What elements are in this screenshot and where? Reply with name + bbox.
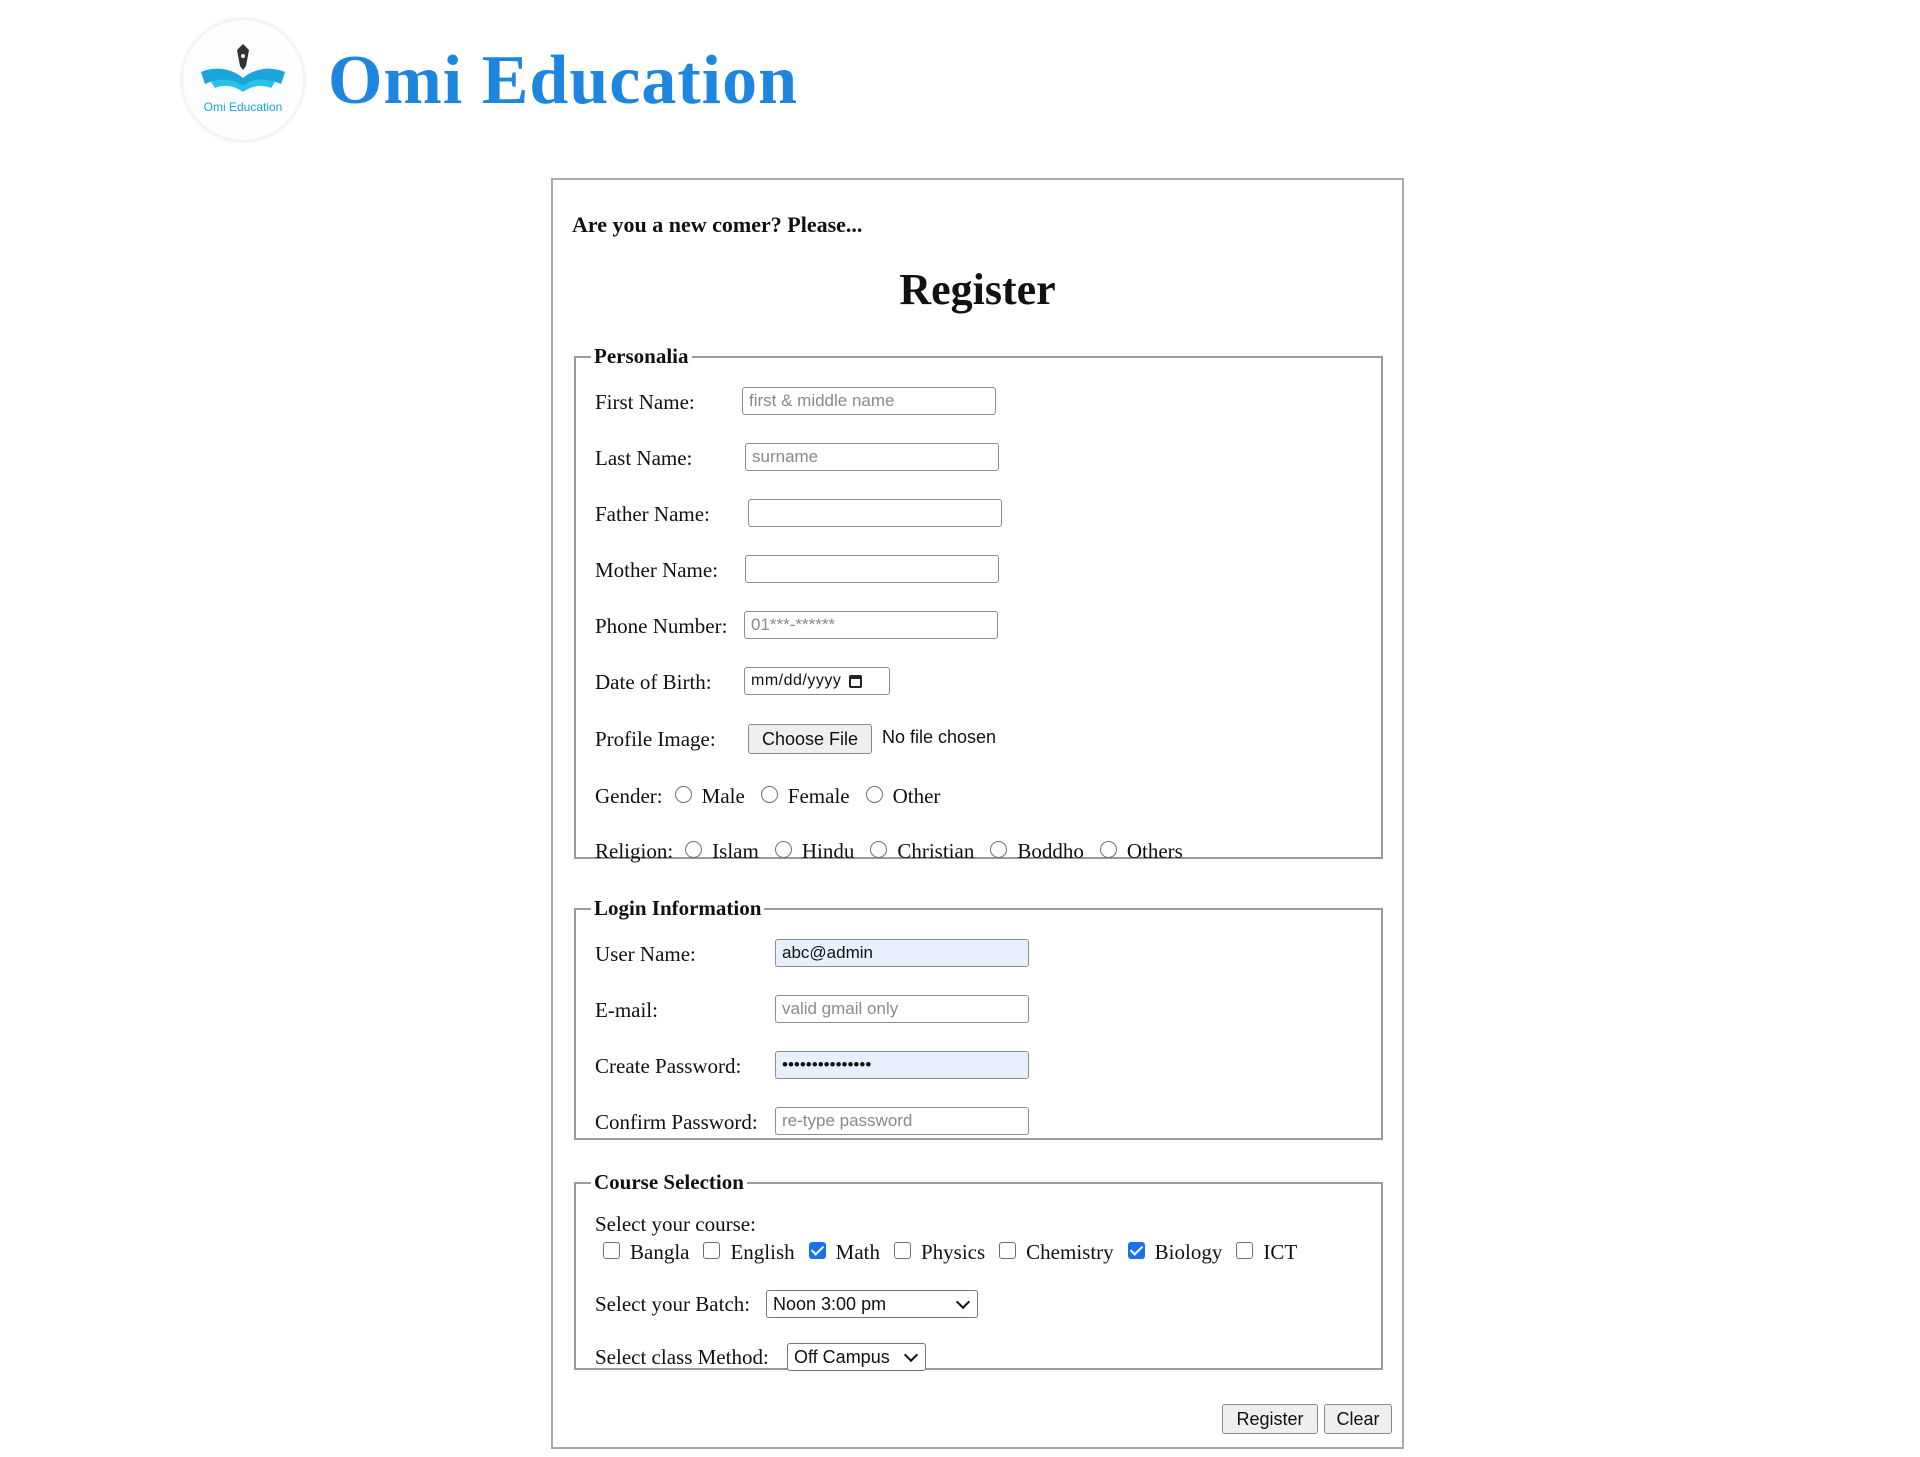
method-label: Select class Method: <box>595 1344 769 1369</box>
course-chemistry-checkbox[interactable] <box>999 1241 1017 1259</box>
login-legend: Login Information <box>594 896 762 920</box>
username-label: User Name: <box>595 941 696 966</box>
religion-hindu-radio[interactable] <box>774 840 792 858</box>
religion-boddho-label: Boddho <box>1017 838 1084 863</box>
method-select[interactable]: Off Campus <box>787 1343 926 1371</box>
form-title: Register <box>899 265 1056 314</box>
religion-christian-radio[interactable] <box>870 840 888 858</box>
pen-book-icon <box>201 44 285 92</box>
registration-form: Are you a new comer? Please... Register … <box>551 178 1404 1449</box>
first-name-placeholder: first & middle name <box>749 391 895 410</box>
email-input[interactable]: valid gmail only <box>775 995 1029 1023</box>
gender-other-radio[interactable] <box>865 785 883 803</box>
batch-label: Select your Batch: <box>595 1291 751 1316</box>
religion-boddho-radio[interactable] <box>990 840 1008 858</box>
personalia-fieldset: Personalia First Name: first & middle na… <box>574 344 1383 863</box>
course-biology-label: Biology <box>1154 1239 1223 1264</box>
password-value: ••••••••••••••• <box>782 1055 872 1074</box>
gender-other-label: Other <box>892 783 941 808</box>
confirm-password-input[interactable]: re-type password <box>775 1107 1029 1135</box>
last-name-input[interactable]: surname <box>745 443 999 471</box>
course-prompt: Select your course: <box>595 1211 756 1236</box>
religion-others-label: Others <box>1126 838 1183 863</box>
first-name-input[interactable]: first & middle name <box>742 387 996 415</box>
brand-title: Omi Education <box>328 42 799 119</box>
logo-text: Omi Education <box>203 100 283 114</box>
batch-selected: Noon 3:00 pm <box>773 1293 887 1314</box>
gender-male-label: Male <box>701 783 745 808</box>
chevron-down-icon <box>955 1294 971 1310</box>
gender-female-radio[interactable] <box>760 785 778 803</box>
batch-select[interactable]: Noon 3:00 pm <box>766 1290 978 1318</box>
course-english-checkbox[interactable] <box>703 1241 721 1259</box>
gender-male-radio[interactable] <box>674 785 692 803</box>
calendar-icon[interactable] <box>849 674 863 688</box>
course-math-label: Math <box>835 1239 880 1264</box>
course-fieldset: Course Selection Select your course: Ban… <box>574 1170 1383 1371</box>
confirm-password-placeholder: re-type password <box>782 1111 913 1130</box>
username-input[interactable]: abc@admin <box>775 939 1029 967</box>
course-physics-checkbox[interactable] <box>893 1241 911 1259</box>
course-biology-checkbox[interactable] <box>1127 1241 1145 1259</box>
logo: Omi Education <box>181 18 305 142</box>
course-ict-checkbox[interactable] <box>1236 1241 1254 1259</box>
course-physics-label: Physics <box>920 1239 986 1264</box>
chevron-down-icon <box>903 1347 919 1363</box>
password-label: Create Password: <box>595 1053 742 1078</box>
last-name-placeholder: surname <box>752 447 819 466</box>
dob-input[interactable]: mm/dd/yyyy <box>744 667 890 695</box>
course-ict-label: ICT <box>1263 1239 1298 1264</box>
gender-label: Gender: <box>595 783 663 808</box>
course-english-label: English <box>730 1239 795 1264</box>
dob-label: Date of Birth: <box>595 669 712 694</box>
intro-text: Are you a new comer? Please... <box>572 212 863 237</box>
mother-name-label: Mother Name: <box>595 557 719 582</box>
personalia-legend: Personalia <box>594 344 689 368</box>
religion-islam-label: Islam <box>712 838 759 863</box>
gender-female-label: Female <box>787 783 850 808</box>
course-checkbox-row: Bangla English Math Physics Chemistry Bi… <box>593 1237 1301 1267</box>
first-name-label: First Name: <box>595 389 695 414</box>
phone-label: Phone Number: <box>595 613 728 638</box>
course-bangla-checkbox[interactable] <box>603 1241 620 1259</box>
choose-file-button[interactable]: Choose File <box>748 724 872 754</box>
password-input[interactable]: ••••••••••••••• <box>775 1051 1029 1079</box>
course-legend: Course Selection <box>594 1170 744 1194</box>
mother-name-input[interactable] <box>745 555 999 583</box>
religion-islam-radio[interactable] <box>685 840 703 858</box>
file-status: No file chosen <box>882 727 997 747</box>
father-name-label: Father Name: <box>595 501 710 526</box>
last-name-label: Last Name: <box>595 445 693 470</box>
dob-placeholder: mm/dd/yyyy <box>751 672 842 689</box>
phone-input[interactable]: 01***-****** <box>744 611 998 639</box>
course-chemistry-label: Chemistry <box>1026 1239 1114 1264</box>
username-value: abc@admin <box>782 943 873 962</box>
gender-row: Gender: Male Female Other <box>595 781 944 811</box>
religion-label: Religion: <box>595 838 674 863</box>
phone-placeholder: 01***-****** <box>751 615 836 634</box>
father-name-input[interactable] <box>748 499 1002 527</box>
course-bangla-label: Bangla <box>630 1239 690 1264</box>
profile-image-label: Profile Image: <box>595 726 716 751</box>
confirm-password-label: Confirm Password: <box>595 1109 758 1134</box>
clear-button[interactable]: Clear <box>1324 1404 1392 1434</box>
religion-others-radio[interactable] <box>1099 840 1117 858</box>
email-placeholder: valid gmail only <box>782 999 899 1018</box>
register-button[interactable]: Register <box>1222 1404 1318 1434</box>
email-label: E-mail: <box>595 997 658 1022</box>
religion-row: Religion: Islam Hindu Christian Boddho O… <box>595 836 1187 866</box>
login-fieldset: Login Information User Name: abc@admin E… <box>574 896 1383 1140</box>
religion-hindu-label: Hindu <box>801 838 855 863</box>
course-math-checkbox[interactable] <box>808 1241 826 1259</box>
religion-christian-label: Christian <box>897 838 975 863</box>
method-selected: Off Campus <box>794 1346 890 1367</box>
